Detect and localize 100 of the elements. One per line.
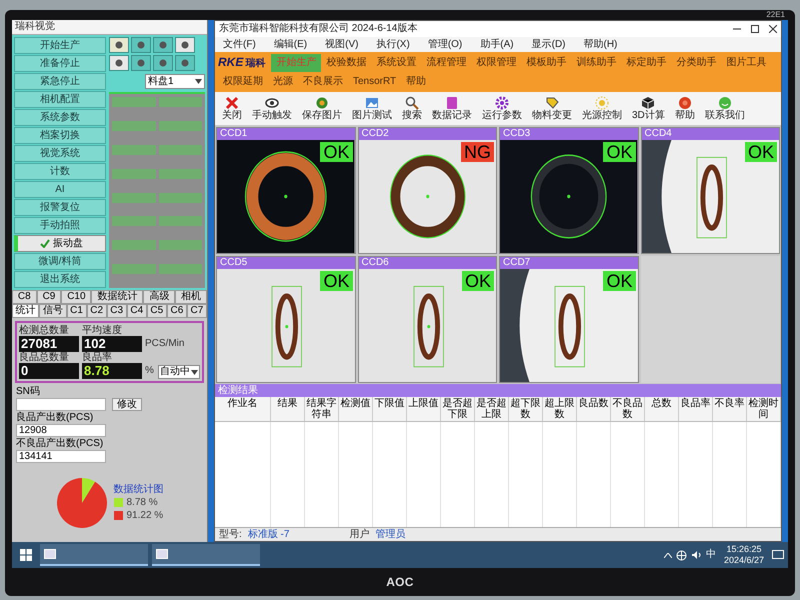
toolbar-button[interactable]: 运行参数: [479, 96, 525, 122]
toolbar-button[interactable]: 物料变更: [529, 96, 575, 122]
nav-tab[interactable]: 权限管理: [471, 54, 522, 72]
nav-tab[interactable]: 流程管理: [421, 54, 472, 72]
close-icon: [769, 25, 777, 33]
menu-item[interactable]: 执行(X): [376, 38, 410, 50]
menu-item[interactable]: 帮助(H): [584, 38, 618, 50]
nav-tab[interactable]: 训练助手: [571, 54, 622, 72]
nav-tab[interactable]: 模板助手: [521, 54, 572, 72]
column-header[interactable]: 检测值: [339, 397, 373, 421]
column-header[interactable]: 下限值: [373, 397, 407, 421]
output-field: 12908: [16, 424, 106, 437]
column-header[interactable]: 上限值: [407, 397, 441, 421]
nav-tab[interactable]: 不良展示: [298, 73, 348, 91]
dot-icon: [158, 58, 168, 68]
nav-tab[interactable]: 校验数据: [321, 54, 372, 72]
tab[interactable]: C8: [12, 290, 37, 304]
tab[interactable]: C2: [86, 304, 107, 318]
column-header[interactable]: 超下限数: [509, 397, 543, 421]
tool-button[interactable]: [131, 37, 151, 53]
tab[interactable]: C10: [61, 290, 92, 304]
control-button[interactable]: 报警复位: [14, 199, 106, 216]
toolbar-button[interactable]: 搜索: [399, 96, 425, 122]
nav-tab[interactable]: TensorRT: [348, 73, 402, 91]
toolbar-button[interactable]: 联系我们: [702, 96, 748, 122]
column-header[interactable]: 总数: [645, 397, 679, 421]
nav-tab[interactable]: 标定助手: [621, 54, 672, 72]
tab[interactable]: C4: [126, 304, 147, 318]
tray-select[interactable]: 料盘1: [145, 74, 205, 89]
tool-button[interactable]: [153, 37, 173, 53]
column-header[interactable]: 检测时间: [747, 397, 781, 421]
tool-button[interactable]: [109, 55, 129, 71]
nav-tab[interactable]: 帮助: [401, 73, 432, 91]
control-button[interactable]: 微调/料筒: [14, 253, 106, 270]
taskbar-app-button[interactable]: [40, 544, 148, 566]
control-button[interactable]: 视觉系统: [14, 145, 106, 162]
column-header[interactable]: 结果字符串: [305, 397, 339, 421]
column-header[interactable]: 超上限数: [543, 397, 577, 421]
clock-time[interactable]: 15:26:25: [726, 544, 762, 555]
menu-item[interactable]: 显示(D): [532, 38, 566, 50]
toolbar-button[interactable]: 帮助: [672, 96, 698, 122]
column-header[interactable]: 是否超下限: [441, 397, 475, 421]
nav-tab[interactable]: 系统设置: [371, 54, 422, 72]
tab[interactable]: C6: [166, 304, 187, 318]
column-header[interactable]: 作业名: [215, 397, 271, 421]
toolbar-button[interactable]: 数据记录: [429, 96, 475, 122]
tool-button[interactable]: [153, 55, 173, 71]
tool-button[interactable]: [175, 55, 195, 71]
column-header[interactable]: 良品率: [679, 397, 713, 421]
menu-item[interactable]: 视图(V): [325, 38, 358, 50]
control-button[interactable]: 开始生产: [14, 37, 106, 54]
tab[interactable]: C3: [106, 304, 127, 318]
toolbar-button[interactable]: 关闭: [219, 96, 245, 122]
column-header[interactable]: 不良品数: [611, 397, 645, 421]
tab[interactable]: 信号: [39, 304, 67, 318]
tab[interactable]: 数据统计: [91, 290, 144, 304]
sn-input-field[interactable]: [16, 398, 106, 411]
menu-item[interactable]: 管理(O): [428, 38, 462, 50]
control-button[interactable]: 手动拍照: [14, 217, 106, 234]
nav-tab[interactable]: 光源: [268, 73, 298, 91]
control-button[interactable]: 计数: [14, 163, 106, 180]
tool-button[interactable]: [109, 37, 129, 53]
toolbar-button[interactable]: 图片测试: [349, 96, 395, 122]
tab[interactable]: 统计: [12, 304, 40, 318]
control-button[interactable]: 系统参数: [14, 109, 106, 126]
edit-button[interactable]: 修改: [112, 398, 142, 411]
column-header[interactable]: 良品数: [577, 397, 611, 421]
control-button[interactable]: 紧急停止: [14, 73, 106, 90]
ime-indicator[interactable]: 中: [706, 549, 716, 561]
control-button[interactable]: 档案切换: [14, 127, 106, 144]
tab[interactable]: C7: [186, 304, 207, 318]
mode-select[interactable]: 自动中: [158, 365, 200, 379]
nav-tab[interactable]: 权限延期: [218, 73, 268, 91]
tab[interactable]: C1: [66, 304, 87, 318]
control-button[interactable]: AI: [14, 181, 106, 198]
column-header[interactable]: 是否超上限: [475, 397, 509, 421]
toolbar-button[interactable]: 手动触发: [249, 96, 295, 122]
nav-tab[interactable]: 分类助手: [671, 54, 722, 72]
toolbar-button[interactable]: 光源控制: [579, 96, 625, 122]
clock-date[interactable]: 2024/6/27: [724, 555, 764, 566]
control-button[interactable]: 振动盘: [14, 235, 106, 252]
control-button[interactable]: 准备停止: [14, 55, 106, 72]
menu-item[interactable]: 文件(F): [223, 38, 256, 50]
column-header[interactable]: 结果: [271, 397, 305, 421]
toolbar-button[interactable]: 3D计算: [629, 96, 668, 122]
menu-item[interactable]: 编辑(E): [274, 38, 308, 50]
control-button[interactable]: 退出系统: [14, 271, 106, 288]
tab[interactable]: 相机: [175, 290, 208, 304]
toolbar-button[interactable]: 保存图片: [299, 96, 345, 122]
tab[interactable]: 高级: [143, 290, 176, 304]
tab[interactable]: C5: [146, 304, 167, 318]
nav-tab[interactable]: 图片工具: [721, 54, 772, 72]
control-button[interactable]: 相机配置: [14, 91, 106, 108]
tool-button[interactable]: [131, 55, 151, 71]
tool-button[interactable]: [175, 37, 195, 53]
tab[interactable]: C9: [36, 290, 62, 304]
stat-value: 8.78: [82, 363, 142, 379]
column-header[interactable]: 不良率: [713, 397, 747, 421]
taskbar-app-button[interactable]: [152, 544, 260, 566]
menu-item[interactable]: 助手(A): [480, 38, 514, 50]
